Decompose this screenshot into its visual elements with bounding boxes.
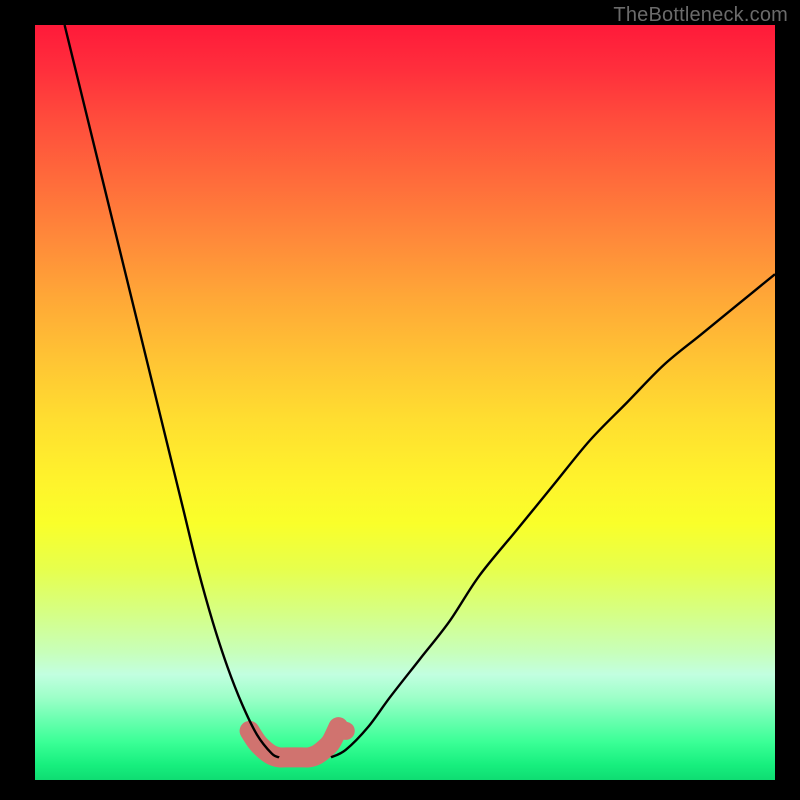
marker-dot bbox=[337, 722, 355, 740]
watermark-text: TheBottleneck.com bbox=[613, 4, 788, 27]
chart-svg bbox=[35, 25, 775, 780]
right-curve bbox=[331, 274, 775, 757]
chart-plot-area bbox=[35, 25, 775, 780]
chart-frame: TheBottleneck.com bbox=[0, 0, 800, 800]
left-curve bbox=[65, 25, 280, 757]
